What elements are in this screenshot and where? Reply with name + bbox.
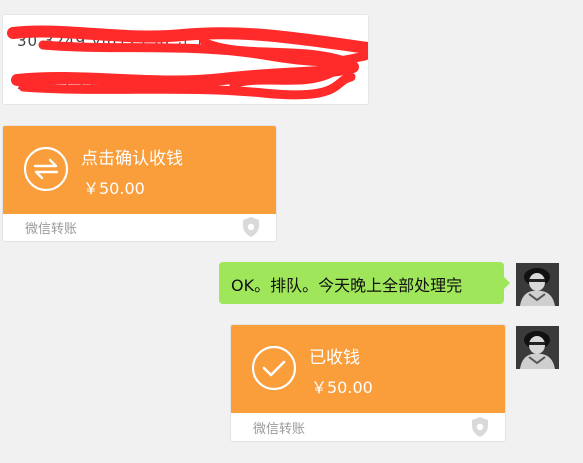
incoming-transfer-card[interactable]: 点击确认收钱 ￥50.00 微信转账 [2, 125, 277, 242]
transfer-footer-label: 微信转账 [253, 422, 306, 437]
transfer-arrows-icon [23, 146, 69, 192]
transfer-title: 已收钱 [309, 348, 360, 368]
user-avatar-icon [516, 326, 559, 369]
message-text: OK。排队。今天晚上全部处理完 [231, 276, 463, 295]
transfer-footer-label: 微信转账 [25, 222, 78, 237]
redaction-scribble [7, 25, 368, 100]
outgoing-text-message[interactable]: OK。排队。今天晚上全部处理完 [219, 262, 510, 304]
wechat-pay-shield-icon [243, 217, 259, 237]
checkmark-icon [251, 345, 297, 391]
wechat-pay-shield-icon [472, 417, 488, 437]
transfer-amount: ￥50.00 [83, 179, 145, 198]
user-avatar-icon [516, 263, 559, 306]
incoming-message-redacted[interactable]: 30 3249 yj012130 江 区 2 1 13 113 [2, 14, 369, 105]
transfer-title: 点击确认收钱 [81, 149, 183, 169]
transfer-amount: ￥50.00 [311, 378, 373, 397]
avatar[interactable] [516, 263, 559, 306]
received-transfer-card[interactable]: 已收钱 ￥50.00 微信转账 [230, 324, 506, 442]
avatar[interactable] [516, 326, 559, 369]
